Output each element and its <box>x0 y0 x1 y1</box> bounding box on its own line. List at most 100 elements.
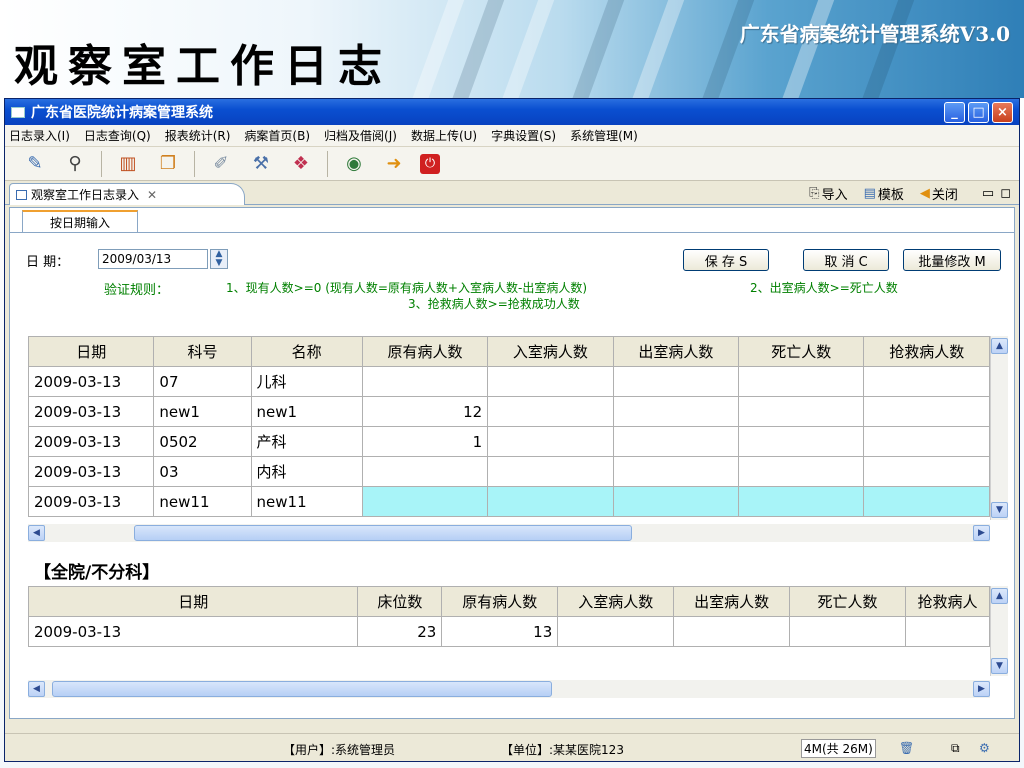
column-header[interactable]: 抢救病人 <box>904 586 991 617</box>
column-header[interactable]: 日期 <box>27 336 155 367</box>
table-cell[interactable] <box>789 616 906 647</box>
column-header[interactable]: 死亡人数 <box>738 336 865 367</box>
column-header[interactable]: 入室病人数 <box>557 586 675 617</box>
table-cell[interactable]: 03 <box>153 456 252 487</box>
maximize-button[interactable]: □ <box>968 102 989 123</box>
table-cell[interactable] <box>738 366 865 397</box>
menu-item-log-entry[interactable]: 日志录入(I) <box>9 127 70 144</box>
table-cell[interactable] <box>612 486 740 517</box>
column-header[interactable]: 名称 <box>250 336 363 367</box>
menu-item-report-stats[interactable]: 报表统计(R) <box>165 127 231 144</box>
globe-icon[interactable]: ◉ <box>340 150 368 178</box>
menu-item-archive-borrow[interactable]: 归档及借阅(J) <box>324 127 397 144</box>
table-cell[interactable] <box>863 366 990 397</box>
table-cell[interactable]: 1 <box>361 426 489 457</box>
subtab-by-date[interactable]: 按日期输入 <box>22 210 138 232</box>
binoculars-icon[interactable]: ⚲ <box>61 150 89 178</box>
column-header[interactable]: 日期 <box>27 586 359 617</box>
table-cell[interactable] <box>612 396 740 427</box>
scroll-up-icon[interactable]: ▲ <box>991 588 1008 604</box>
table-cell[interactable] <box>487 366 614 397</box>
minimize-button[interactable]: _ <box>944 102 965 123</box>
table-cell[interactable]: 13 <box>441 616 559 647</box>
book-icon[interactable]: ❖ <box>287 150 315 178</box>
cancel-button[interactable]: 取 消 C <box>803 249 889 271</box>
edit-icon[interactable]: ✎ <box>21 150 49 178</box>
column-header[interactable]: 入室病人数 <box>487 336 614 367</box>
table-cell[interactable] <box>487 426 614 457</box>
view-minimize-icon[interactable]: ▭ <box>982 186 994 201</box>
dept-table-horizontal-scrollbar[interactable]: ◀ ▶ <box>28 524 990 542</box>
trash-icon[interactable]: 🗑 <box>899 741 914 755</box>
scroll-right-icon[interactable]: ▶ <box>973 525 990 541</box>
table-cell[interactable] <box>738 396 865 427</box>
table-cell[interactable]: new1 <box>153 396 252 427</box>
column-header[interactable]: 出室病人数 <box>612 336 740 367</box>
scroll-down-icon[interactable]: ▼ <box>991 658 1008 674</box>
table-cell[interactable]: 内科 <box>250 456 363 487</box>
column-header[interactable]: 抢救病人数 <box>863 336 990 367</box>
table-cell[interactable] <box>487 486 614 517</box>
table-row-selected[interactable]: 2009-03-13 new11 new11 <box>27 486 990 517</box>
bar-chart-icon[interactable]: ▥ <box>114 150 142 178</box>
table-row[interactable]: 2009-03-13 07 儿科 <box>27 366 990 397</box>
table-cell[interactable]: 2009-03-13 <box>27 426 155 457</box>
tools-icon[interactable]: ⚒ <box>247 150 275 178</box>
menu-item-dictionary[interactable]: 字典设置(S) <box>491 127 556 144</box>
table-cell[interactable]: 12 <box>361 396 489 427</box>
table-cell[interactable] <box>738 486 865 517</box>
window-titlebar[interactable]: 广东省医院统计病案管理系统 _ □ × <box>5 99 1019 125</box>
menu-item-case-home[interactable]: 病案首页(B) <box>244 127 310 144</box>
column-header[interactable]: 科号 <box>153 336 252 367</box>
note-icon[interactable]: ✐ <box>207 150 235 178</box>
menu-item-data-upload[interactable]: 数据上传(U) <box>411 127 477 144</box>
table-cell[interactable] <box>738 456 865 487</box>
table-cell[interactable] <box>863 426 990 457</box>
table-cell[interactable] <box>863 486 990 517</box>
close-view-button[interactable]: 关闭 <box>932 184 958 203</box>
column-header[interactable]: 原有病人数 <box>441 586 559 617</box>
table-cell[interactable] <box>361 456 489 487</box>
hospital-table-horizontal-scrollbar[interactable]: ◀ ▶ <box>28 680 990 698</box>
table-cell[interactable]: 2009-03-13 <box>27 366 155 397</box>
dept-table-vertical-scrollbar[interactable]: ▲ ▼ <box>990 336 1008 520</box>
table-cell[interactable] <box>487 396 614 427</box>
table-cell[interactable] <box>612 456 740 487</box>
table-cell[interactable]: 2009-03-13 <box>27 486 155 517</box>
table-cell[interactable] <box>487 456 614 487</box>
table-cell[interactable] <box>904 616 991 647</box>
table-cell[interactable]: new11 <box>250 486 363 517</box>
column-header[interactable]: 原有病人数 <box>361 336 489 367</box>
table-cell[interactable] <box>361 486 489 517</box>
table-row[interactable]: 2009-03-13 03 内科 <box>27 456 990 487</box>
table-cell[interactable] <box>361 366 489 397</box>
exit-icon[interactable]: ➜ <box>380 150 408 178</box>
tab-close-icon[interactable]: ✕ <box>147 188 157 202</box>
table-cell[interactable]: new1 <box>250 396 363 427</box>
table-cell[interactable] <box>738 426 865 457</box>
table-cell[interactable] <box>863 396 990 427</box>
table-cell[interactable]: 儿科 <box>250 366 363 397</box>
table-cell[interactable]: 2009-03-13 <box>27 616 359 647</box>
power-icon[interactable]: ⏻ <box>420 153 440 174</box>
table-row[interactable]: 2009-03-13 0502 产科 1 <box>27 426 990 457</box>
save-button[interactable]: 保 存 S <box>683 249 769 271</box>
hospital-table-vertical-scrollbar[interactable]: ▲ ▼ <box>990 586 1008 676</box>
scroll-thumb[interactable] <box>134 525 632 541</box>
table-cell[interactable]: 2009-03-13 <box>27 396 155 427</box>
table-cell[interactable] <box>673 616 791 647</box>
scroll-thumb[interactable] <box>52 681 552 697</box>
close-button[interactable]: × <box>992 102 1013 123</box>
batch-edit-button[interactable]: 批量修改 M <box>903 249 1001 271</box>
table-cell[interactable] <box>863 456 990 487</box>
table-cell[interactable]: 23 <box>357 616 443 647</box>
scroll-up-icon[interactable]: ▲ <box>991 338 1008 354</box>
date-field[interactable]: 2009/03/13 <box>98 249 208 269</box>
table-cell[interactable]: 0502 <box>153 426 252 457</box>
table-cell[interactable]: 产科 <box>250 426 363 457</box>
import-button[interactable]: 导入 <box>822 184 848 203</box>
table-cell[interactable]: 2009-03-13 <box>27 456 155 487</box>
table-cell[interactable]: 07 <box>153 366 252 397</box>
scroll-left-icon[interactable]: ◀ <box>28 525 45 541</box>
menu-item-system[interactable]: 系统管理(M) <box>570 127 638 144</box>
